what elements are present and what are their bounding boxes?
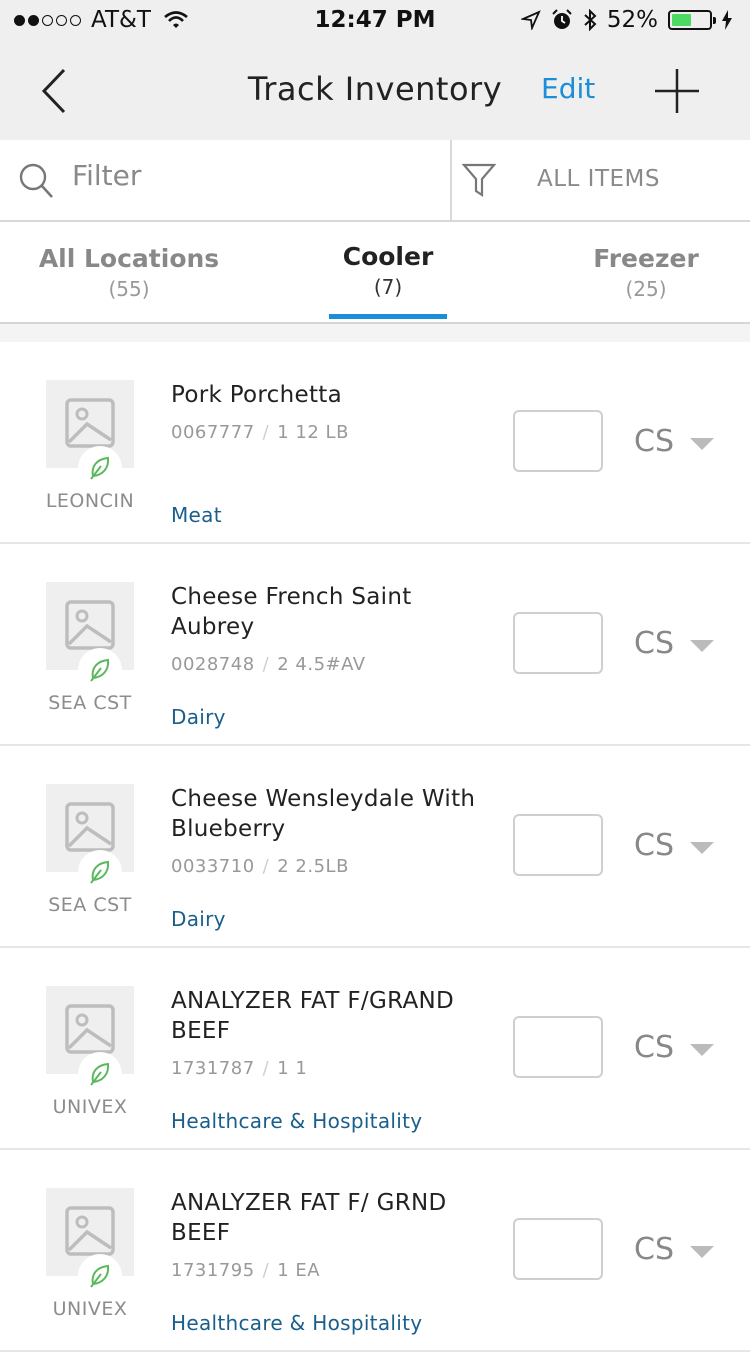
tab-label: Cooler [342,242,434,271]
bluetooth-icon [584,9,597,31]
inventory-list: LEONCIN Pork Porchetta 0067777/1 12 LB M… [0,342,750,1352]
item-name: Pork Porchetta [171,382,342,408]
tab-count: (55) [108,277,150,301]
item-category: Healthcare & Hospitality [171,1311,423,1335]
charging-bolt-icon [722,10,732,30]
battery-icon [668,10,716,30]
item-code: 1731795 [171,1260,255,1281]
item-category: Dairy [171,907,226,931]
sustainable-leaf-badge [78,850,122,894]
section-spacer [0,324,750,342]
item-code: 0033710 [171,856,255,877]
brand-label: SEA CST [48,692,132,714]
tab-all-locations[interactable]: All Locations (55) [4,244,254,301]
unit-label[interactable]: CS [634,626,674,661]
item-pack-size: 1 12 LB [277,422,349,443]
list-item[interactable]: SEA CST Cheese Wensleydale With Blueberr… [0,746,750,948]
status-bar: AT&T 12:47 PM 52% [0,0,750,40]
item-code: 1731787 [171,1058,255,1079]
item-name: ANALYZER FAT F/ GRND BEEF [171,1190,447,1246]
location-tabs: All Locations (55) Cooler (7) Freezer (2… [0,222,750,324]
item-meta: 0067777/1 12 LB [171,422,349,443]
tab-count: (25) [625,277,667,301]
image-placeholder-icon [65,1004,115,1054]
unit-label[interactable]: CS [634,424,674,459]
item-pack-size: 1 EA [277,1260,321,1281]
unit-label[interactable]: CS [634,828,674,863]
leaf-icon [90,1264,110,1288]
quantity-input[interactable] [513,410,603,472]
list-item[interactable]: LEONCIN Pork Porchetta 0067777/1 12 LB M… [0,342,750,544]
tab-cooler[interactable]: Cooler (7) [263,242,513,299]
edit-button[interactable]: Edit [541,72,595,105]
leaf-icon [90,456,110,480]
search-filter-bar: ALL ITEMS [0,140,750,222]
tab-label: All Locations [38,244,220,273]
sustainable-leaf-badge [78,446,122,490]
location-arrow-icon [520,10,541,30]
quantity-input[interactable] [513,814,603,876]
sustainable-leaf-badge [78,1052,122,1096]
add-button[interactable] [652,66,702,116]
chevron-down-icon[interactable] [690,640,714,652]
item-pack-size: 2 2.5LB [277,856,349,877]
sustainable-leaf-badge [78,1254,122,1298]
item-meta: 1731787/1 1 [171,1058,308,1079]
quantity-input[interactable] [513,612,603,674]
image-placeholder-icon [65,1206,115,1256]
status-icons: 52% [520,7,732,33]
tab-label: Freezer [593,244,699,273]
item-pack-size: 1 1 [277,1058,308,1079]
image-placeholder-icon [65,398,115,448]
item-meta: 0033710/2 2.5LB [171,856,349,877]
item-meta: 1731795/1 EA [171,1260,321,1281]
item-pack-size: 2 4.5#AV [277,654,366,675]
alarm-icon [552,9,572,29]
item-name: Cheese French Saint Aubrey [171,584,412,640]
item-code: 0028748 [171,654,255,675]
unit-label[interactable]: CS [634,1232,674,1267]
search-icon [19,163,53,198]
item-name: ANALYZER FAT F/GRAND BEEF [171,988,454,1044]
unit-label[interactable]: CS [634,1030,674,1065]
sustainable-leaf-badge [78,648,122,692]
brand-label: SEA CST [48,894,132,916]
item-code: 0067777 [171,422,255,443]
leaf-icon [90,860,110,884]
item-meta: 0028748/2 4.5#AV [171,654,366,675]
divider [450,140,452,220]
filter-input[interactable] [70,158,434,193]
list-item[interactable]: UNIVEX ANALYZER FAT F/GRAND BEEF 1731787… [0,948,750,1150]
image-placeholder-icon [65,600,115,650]
item-category: Healthcare & Hospitality [171,1109,423,1133]
active-tab-indicator [329,314,447,319]
page-title: Track Inventory [247,70,503,108]
item-category: Dairy [171,705,226,729]
leaf-icon [90,658,110,682]
chevron-down-icon[interactable] [690,438,714,450]
filter-scope-label[interactable]: ALL ITEMS [537,166,660,192]
chevron-down-icon[interactable] [690,1044,714,1056]
tab-freezer[interactable]: Freezer (25) [521,244,750,301]
quantity-input[interactable] [513,1218,603,1280]
brand-label: LEONCIN [45,490,135,512]
item-category: Meat [171,503,222,527]
list-item[interactable]: SEA CST Cheese French Saint Aubrey 00287… [0,544,750,746]
quantity-input[interactable] [513,1016,603,1078]
funnel-filter-icon[interactable] [462,162,496,198]
battery-percent: 52% [606,7,658,33]
image-placeholder-icon [65,802,115,852]
brand-label: UNIVEX [52,1096,128,1118]
item-name: Cheese Wensleydale With Blueberry [171,786,476,842]
navigation-bar: Track Inventory Edit [0,40,750,140]
leaf-icon [90,1062,110,1086]
tab-count: (7) [373,275,403,299]
brand-label: UNIVEX [52,1298,128,1320]
chevron-down-icon[interactable] [690,1246,714,1258]
chevron-down-icon[interactable] [690,842,714,854]
list-item[interactable]: UNIVEX ANALYZER FAT F/ GRND BEEF 1731795… [0,1150,750,1352]
